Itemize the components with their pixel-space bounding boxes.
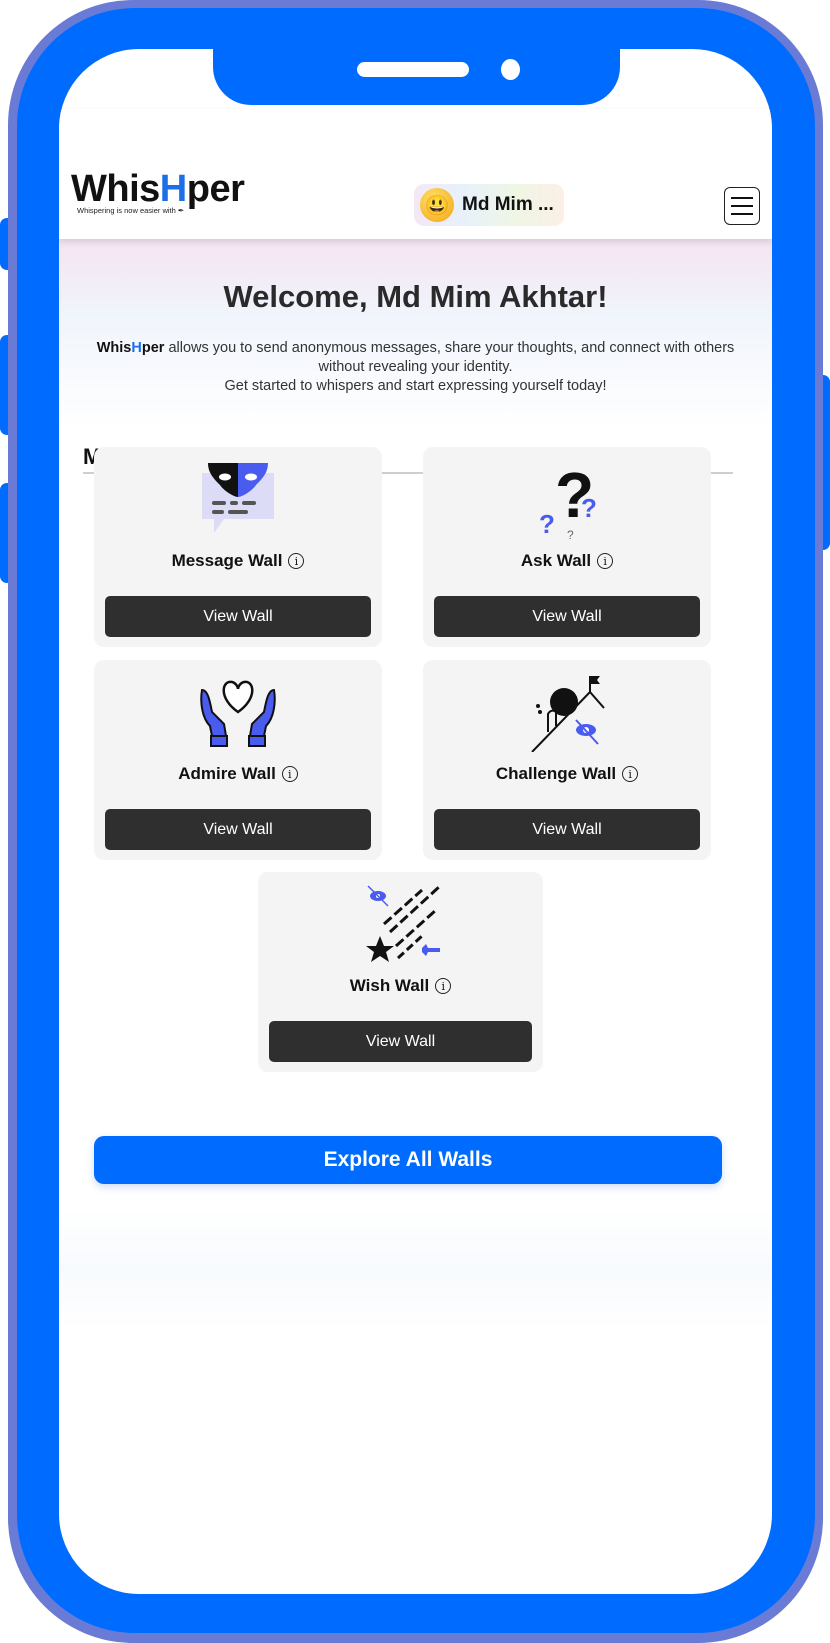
welcome-heading: Welcome, Md Mim Akhtar!: [223, 279, 608, 314]
intro-brand-suffix: per: [141, 340, 165, 356]
svg-text:?: ?: [581, 493, 597, 523]
logo-suffix: per: [186, 168, 245, 210]
phone-camera: [501, 59, 520, 80]
wall-title: Admire Wall i: [94, 764, 382, 784]
view-wall-button[interactable]: View Wall: [105, 596, 371, 637]
explore-all-walls-button[interactable]: Explore All Walls: [94, 1136, 722, 1184]
hands-heart-icon: [200, 680, 276, 747]
whishper-logo[interactable]: WhisHper Whispering is now easier with ✒: [71, 168, 245, 215]
logo-wordmark: WhisHper: [71, 168, 245, 210]
footer-background: [59, 1209, 772, 1329]
wall-title: Wish Wall i: [258, 976, 543, 996]
wall-card-wish: Wish Wall i View Wall: [258, 872, 543, 1072]
svg-text:?: ?: [567, 528, 574, 539]
intro-brand: WhisHper: [97, 340, 165, 356]
app-header: WhisHper Whispering is now easier with ✒…: [59, 109, 772, 239]
wall-name: Wish Wall: [349, 976, 430, 995]
info-icon[interactable]: i: [281, 766, 298, 782]
question-marks-icon: ? ? ? ?: [539, 459, 597, 539]
masked-message-icon: [202, 463, 274, 533]
info-icon[interactable]: i: [435, 978, 452, 994]
info-icon[interactable]: i: [288, 553, 305, 569]
view-wall-button[interactable]: View Wall: [269, 1021, 532, 1062]
wall-name: Message Wall: [171, 551, 283, 570]
shooting-star-icon: [366, 884, 442, 962]
svg-text:?: ?: [539, 509, 555, 539]
wall-card-admire: Admire Wall i View Wall: [94, 660, 382, 860]
view-wall-button[interactable]: View Wall: [105, 809, 371, 850]
wall-name: Challenge Wall: [495, 764, 617, 783]
info-icon[interactable]: i: [622, 766, 639, 782]
logo-highlight: H: [159, 168, 187, 210]
hero-background: [59, 239, 772, 429]
wall-title: Message Wall i: [94, 551, 382, 571]
intro-brand-highlight: H: [131, 340, 142, 356]
logo-prefix: Whis: [71, 168, 160, 210]
intro-line-1: allows you to send anonymous messages, s…: [164, 340, 735, 375]
view-wall-button[interactable]: View Wall: [434, 809, 700, 850]
wall-title: Challenge Wall i: [423, 764, 711, 784]
phone-screen: WhisHper Whispering is now easier with ✒…: [59, 49, 772, 1594]
wall-name: Admire Wall: [178, 764, 276, 783]
phone-speaker: [357, 62, 469, 77]
intro-brand-prefix: Whis: [96, 340, 132, 356]
hamburger-menu-icon[interactable]: [724, 187, 760, 225]
intro-line-2: Get started to whispers and start expres…: [224, 378, 607, 394]
boulder-climb-icon: [531, 676, 605, 752]
wall-card-message: Message Wall i View Wall: [94, 447, 382, 647]
info-icon[interactable]: i: [597, 553, 614, 569]
view-wall-button[interactable]: View Wall: [434, 596, 700, 637]
user-name: Md Mim ...: [462, 194, 554, 215]
wall-title: Ask Wall i: [423, 551, 711, 571]
wall-card-ask: ? ? ? ? Ask Wall i View Wall: [423, 447, 711, 647]
smiley-emoji-icon: 😃: [420, 188, 454, 222]
wall-name: Ask Wall: [520, 551, 592, 570]
user-profile-chip[interactable]: 😃 Md Mim ...: [414, 184, 564, 226]
intro-text: WhisHper allows you to send anonymous me…: [77, 339, 754, 396]
wall-card-challenge: Challenge Wall i View Wall: [423, 660, 711, 860]
